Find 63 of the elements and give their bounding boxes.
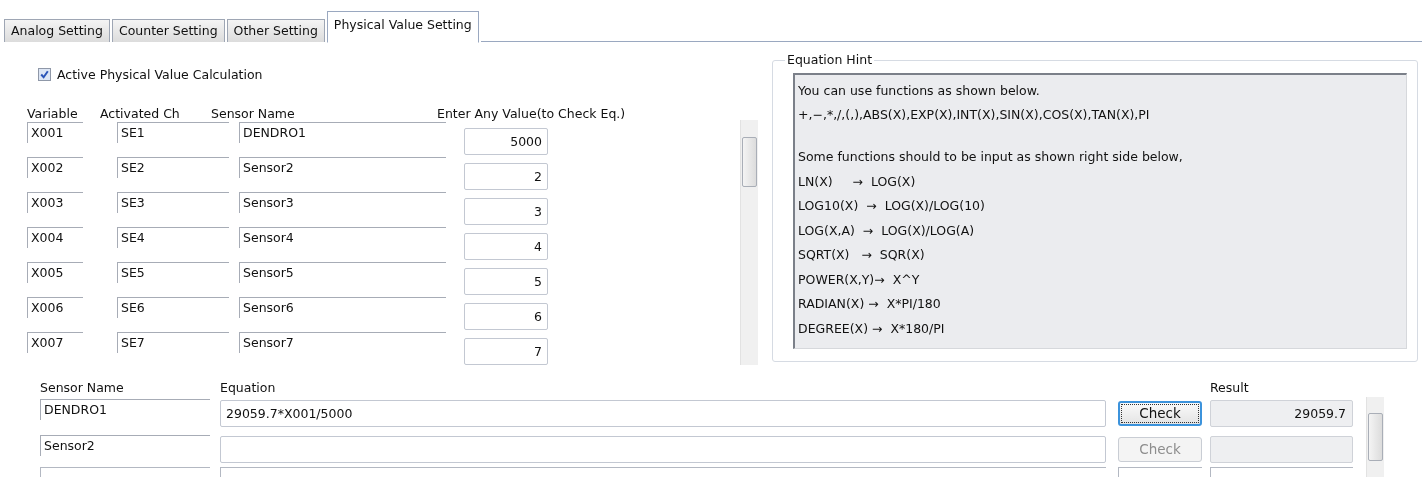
channel-label: SE5 [117, 262, 229, 283]
hint-line: RADIAN(X) → X*PI/180 [798, 295, 942, 313]
equation-field[interactable] [220, 467, 1106, 477]
hint-line: You can use functions as shown below. [798, 82, 1041, 100]
channel-label: SE7 [117, 332, 229, 353]
tab[interactable]: Physical Value Setting [326, 11, 479, 43]
hint-line: Some functions should to be input as shown right side below, [798, 148, 1184, 166]
column-header: Sensor Name [211, 105, 296, 121]
variable-label: X005 [27, 262, 83, 283]
sensor-name-label: Sensor2 [239, 157, 446, 178]
value-field[interactable]: 7 [464, 338, 548, 365]
column-header: Variable [27, 105, 79, 121]
result-field[interactable] [1210, 467, 1353, 477]
equation-field[interactable] [220, 435, 1106, 463]
scrollbar[interactable] [740, 120, 758, 365]
variable-label: X006 [27, 297, 83, 318]
variable-label: X002 [27, 157, 83, 178]
checkbox-label: Active Physical Value Calculation [57, 66, 263, 82]
sensor-name-label: DENDRO1 [40, 399, 210, 420]
sensor-name-label: Sensor3 [239, 192, 446, 213]
channel-label: SE6 [117, 297, 229, 318]
column-header: Result [1210, 380, 1250, 395]
hint-line: LOG10(X) → LOG(X)/LOG(10) [798, 197, 986, 215]
tab[interactable]: Analog Setting [4, 19, 110, 42]
value-field[interactable]: 2 [464, 163, 548, 190]
channel-label: SE4 [117, 227, 229, 248]
column-header: Enter Any Value(to Check Eq.) [437, 105, 627, 121]
channel-label: SE1 [117, 122, 229, 143]
sensor-name-label: DENDRO1 [239, 122, 446, 143]
value-field[interactable]: 6 [464, 303, 548, 330]
hint-line: LN(X) → LOG(X) [798, 172, 917, 191]
sensor-name-label: Sensor2 [40, 435, 210, 456]
value-field[interactable]: 4 [464, 233, 548, 260]
hint-line: POWER(X,Y)→ X^Y [798, 270, 921, 289]
channel-label: SE3 [117, 192, 229, 213]
channel-label: SE2 [117, 157, 229, 178]
check-button[interactable] [1118, 467, 1202, 477]
sensor-name-label: Sensor4 [239, 227, 446, 248]
column-header: Sensor Name [40, 380, 125, 395]
variable-label: X007 [27, 332, 83, 353]
checkbox[interactable] [38, 67, 51, 81]
result-field: 29059.7 [1210, 399, 1353, 427]
equation-field[interactable]: 29059.7*X001/5000 [220, 399, 1106, 427]
sensor-name-label: Sensor7 [239, 332, 446, 353]
scrollbar[interactable] [1366, 397, 1384, 477]
sensor-name-label: Sensor6 [239, 297, 446, 318]
value-field[interactable]: 5 [464, 268, 548, 295]
tab[interactable]: Other Setting [226, 19, 325, 42]
hint-line: LOG(X,A) → LOG(X)/LOG(A) [798, 221, 976, 240]
column-header: Activated Ch [100, 105, 181, 121]
group-title: Equation Hint [785, 52, 875, 67]
column-header: Equation [220, 380, 277, 395]
variable-label: X001 [27, 122, 83, 143]
value-field[interactable]: 3 [464, 198, 548, 225]
value-field[interactable]: 5000 [464, 128, 548, 155]
hint-line: +,−,*,/,(,),ABS(X),EXP(X),INT(X),SIN(X),COS(X),TAN(X),PI [798, 106, 1151, 123]
variable-label: X004 [27, 227, 83, 248]
sensor-name-label: Sensor5 [239, 262, 446, 283]
check-button[interactable]: Check [1118, 400, 1202, 426]
hint-line: SQRT(X) → SQR(X) [798, 246, 926, 264]
variable-label: X003 [27, 192, 83, 213]
hint-line: DEGREE(X) → X*180/PI [798, 319, 946, 337]
tab[interactable]: Counter Setting [111, 19, 225, 42]
